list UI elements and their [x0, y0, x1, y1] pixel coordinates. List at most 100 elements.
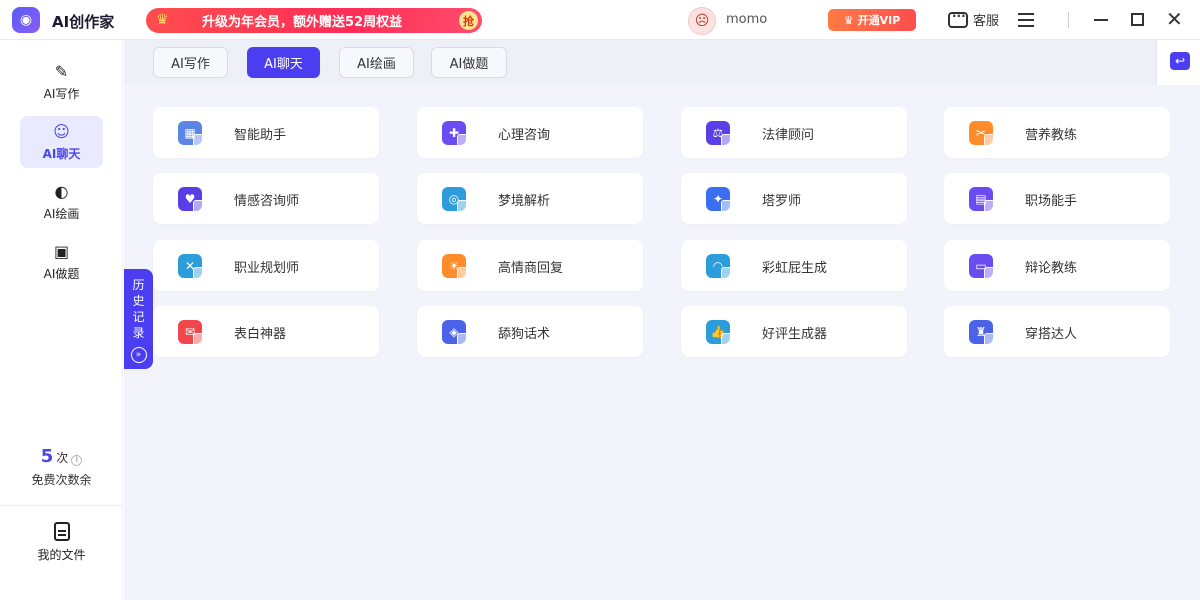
assistant-card[interactable]: ◠ 彩虹屁生成 — [681, 240, 907, 291]
bookmark-icon: ▣ — [53, 242, 70, 261]
chat-bot-icon: ☺ — [53, 122, 70, 141]
assistant-card-label: 表白神器 — [234, 327, 287, 342]
assistant-card-label: 塔罗师 — [762, 194, 802, 209]
assistant-card-label: 职场能手 — [1025, 194, 1078, 209]
tab-ai-painting[interactable]: AI绘画 — [339, 47, 414, 78]
category-tabs: AI写作 AI聊天 AI绘画 AI做题 ↩ — [124, 40, 1200, 85]
fork-knife-icon: ✂ — [969, 121, 998, 148]
history-records-tab[interactable]: 历 史 记 录 » — [124, 269, 153, 369]
scale-icon: ⚖ — [706, 121, 735, 148]
assistant-card[interactable]: ◎ 梦境解析 — [417, 173, 643, 224]
file-icon — [53, 522, 70, 541]
promo-banner[interactable]: ♛ 升级为年会员，额外赠送52周权益 抢 — [146, 8, 482, 33]
assistant-card[interactable]: ▦ 智能助手 — [153, 107, 379, 158]
assistant-card-label: 彩虹屁生成 — [762, 261, 828, 276]
customer-service-label: 客服 — [973, 14, 1000, 29]
back-icon[interactable]: ↩ — [1170, 52, 1190, 70]
maximize-icon[interactable] — [1131, 13, 1144, 26]
assistant-card-label: 法律顾问 — [762, 128, 815, 143]
rainbow-icon: ◠ — [706, 254, 735, 281]
assistant-card-label: 舔狗话术 — [498, 327, 551, 342]
dog-icon: ◈ — [442, 320, 471, 347]
assistant-card[interactable]: ✚ 心理咨询 — [417, 107, 643, 158]
assistant-card-label: 心理咨询 — [498, 128, 551, 143]
assistant-card-label: 穿搭达人 — [1025, 327, 1078, 342]
close-icon[interactable]: ✕ — [1166, 8, 1183, 30]
customer-service-button[interactable]: 客服 — [948, 9, 1000, 29]
history-char: 记 — [132, 310, 145, 324]
assistant-card-label: 营养教练 — [1025, 128, 1078, 143]
assistant-card[interactable]: 👍 好评生成器 — [681, 306, 907, 357]
heart-consult-icon: ✚ — [442, 121, 471, 148]
minimize-icon[interactable] — [1094, 19, 1108, 21]
assistant-card-label: 情感咨询师 — [234, 194, 300, 209]
tarot-icon: ✦ — [706, 187, 735, 214]
free-quota: 5 次 i 免费次数余 — [0, 446, 123, 488]
grab-badge[interactable]: 抢 — [459, 11, 478, 30]
assistant-card-label: 辩论教练 — [1025, 261, 1078, 276]
assistant-card[interactable]: ⚖ 法律顾问 — [681, 107, 907, 158]
thumbs-up-icon: 👍 — [706, 320, 735, 347]
sidebar-item-ai-writing[interactable]: ✎ AI写作 — [20, 56, 103, 108]
assistant-card[interactable]: ✕ 职业规划师 — [153, 240, 379, 291]
debate-icon: ▭ — [969, 254, 998, 281]
titlebar-divider — [1068, 12, 1069, 28]
sidebar-item-ai-painting[interactable]: ◐ AI绘画 — [20, 176, 103, 228]
history-char: 史 — [132, 294, 145, 308]
my-files-button[interactable]: 我的文件 — [20, 522, 103, 572]
quota-label: 免费次数余 — [31, 473, 92, 487]
crown-icon: ♛ — [843, 13, 854, 27]
info-icon[interactable]: i — [71, 454, 83, 466]
assistant-card[interactable]: ▤ 职场能手 — [944, 173, 1170, 224]
sidebar-item-label: AI聊天 — [42, 146, 81, 161]
sun-reply-icon: ☀ — [442, 254, 471, 281]
open-vip-label: 开通VIP — [857, 14, 901, 27]
tab-ai-exercise[interactable]: AI做题 — [431, 47, 507, 78]
robot-icon: ▦ — [178, 121, 207, 148]
assistant-card-label: 职业规划师 — [234, 261, 300, 276]
open-vip-button[interactable]: ♛ 开通VIP — [828, 9, 916, 31]
quota-unit: 次 — [56, 451, 69, 465]
assistant-card[interactable]: ◈ 舔狗话术 — [417, 306, 643, 357]
sidebar-item-label: AI写作 — [43, 86, 80, 101]
sidebar-divider — [0, 505, 123, 506]
outfit-icon: ♜ — [969, 320, 998, 347]
assistant-card[interactable]: ▭ 辩论教练 — [944, 240, 1170, 291]
history-char: 录 — [132, 326, 145, 340]
crown-icon: ♛ — [156, 11, 169, 28]
assistant-card-label: 高情商回复 — [498, 261, 564, 276]
sidebar-item-label: AI做题 — [43, 266, 80, 281]
emotion-icon: ♥ — [178, 187, 207, 214]
palette-icon: ◐ — [54, 182, 69, 201]
assistant-card[interactable]: ✉ 表白神器 — [153, 306, 379, 357]
hamburger-menu-icon[interactable] — [1018, 13, 1034, 27]
dream-icon: ◎ — [442, 187, 471, 214]
sidebar-item-ai-chat[interactable]: ☺ AI聊天 — [20, 116, 103, 168]
assistant-card[interactable]: ✂ 营养教练 — [944, 107, 1170, 158]
assistant-card[interactable]: ✦ 塔罗师 — [681, 173, 907, 224]
tab-ai-writing[interactable]: AI写作 — [153, 47, 228, 78]
tools-icon: ✕ — [178, 254, 207, 281]
app-logo-icon: ◉ — [12, 7, 40, 33]
username[interactable]: momo — [726, 12, 767, 27]
assistant-card[interactable]: ♜ 穿搭达人 — [944, 306, 1170, 357]
love-letter-icon: ✉ — [178, 320, 207, 347]
sidebar-item-label: AI绘画 — [43, 206, 80, 221]
assistant-card-label: 梦境解析 — [498, 194, 551, 209]
assistant-card-label: 好评生成器 — [762, 327, 828, 342]
left-sidebar: ✎ AI写作 ☺ AI聊天 ◐ AI绘画 ▣ AI做题 5 次 i 免费次数余 … — [0, 40, 123, 600]
expand-icon[interactable]: » — [130, 347, 147, 363]
assistant-card-label: 智能助手 — [234, 128, 287, 143]
assistant-card[interactable]: ☀ 高情商回复 — [417, 240, 643, 291]
assistant-card[interactable]: ♥ 情感咨询师 — [153, 173, 379, 224]
quota-count: 5 — [40, 446, 54, 467]
briefcase-icon: ▤ — [969, 187, 998, 214]
avatar[interactable]: ☹ — [688, 7, 716, 35]
chat-bubble-icon — [948, 9, 968, 28]
app-title: AI创作家 — [52, 13, 115, 31]
tab-ai-chat[interactable]: AI聊天 — [247, 47, 320, 78]
history-char: 历 — [132, 278, 145, 292]
title-bar: ◉ AI创作家 ♛ 升级为年会员，额外赠送52周权益 抢 ☹ momo ♛ 开通… — [0, 0, 1200, 40]
promo-text: 升级为年会员，额外赠送52周权益 — [202, 15, 403, 30]
sidebar-item-ai-exercise[interactable]: ▣ AI做题 — [20, 236, 103, 288]
